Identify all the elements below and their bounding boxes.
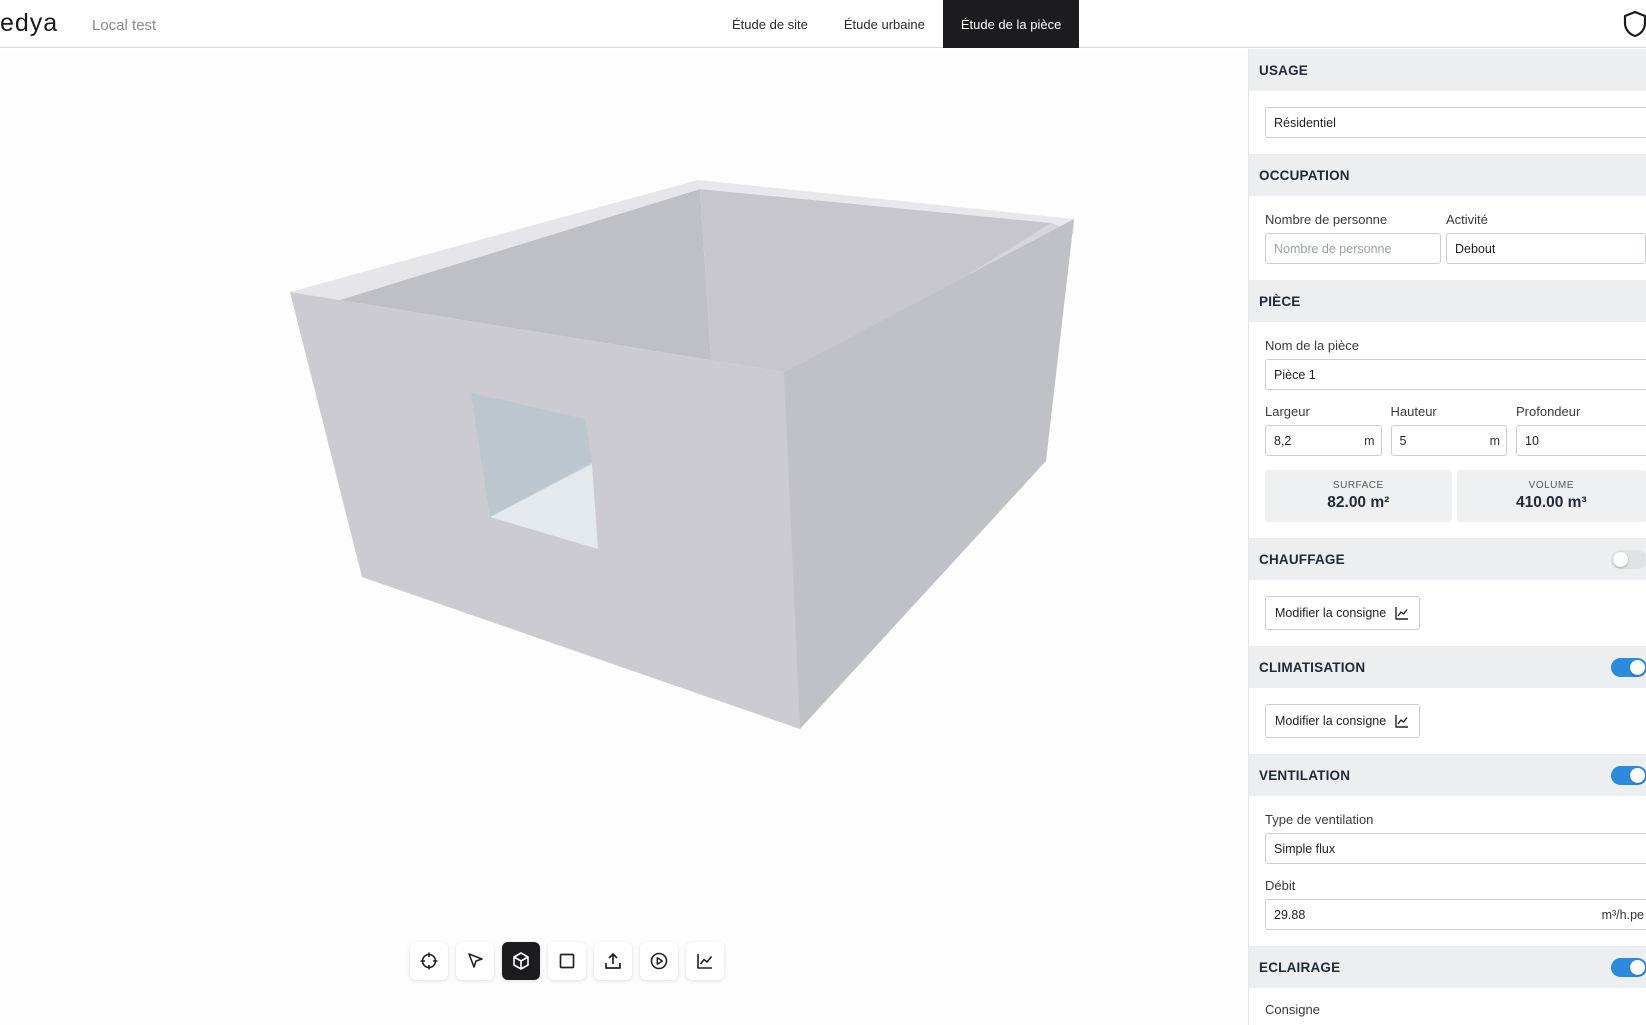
section-usage-header: USAGE xyxy=(1249,49,1646,91)
cooling-toggle[interactable] xyxy=(1611,658,1646,677)
width-value: 8,2 xyxy=(1274,433,1292,448)
depth-field[interactable]: 10 xyxy=(1516,425,1646,456)
3d-viewport[interactable] xyxy=(0,49,1248,1025)
app-logo[interactable]: edya xyxy=(0,9,58,38)
surface-label: SURFACE xyxy=(1332,480,1384,491)
heating-title: CHAUFFAGE xyxy=(1259,551,1345,567)
ventilation-type-label: Type de ventilation xyxy=(1265,812,1374,827)
upload-icon[interactable] xyxy=(594,942,632,980)
lighting-toggle[interactable] xyxy=(1611,958,1646,977)
ventilation-type-select[interactable]: Simple flux xyxy=(1265,833,1646,864)
persons-field[interactable] xyxy=(1265,233,1441,264)
lighting-setpoint-label: Consigne xyxy=(1265,1002,1320,1017)
cursor-icon[interactable] xyxy=(456,942,494,980)
tab-urban-study[interactable]: Étude urbaine xyxy=(826,0,943,48)
chart-icon xyxy=(1395,607,1409,620)
volume-stat: VOLUME 410.00 m³ xyxy=(1456,470,1646,522)
heating-setpoint-label: Modifier la consigne xyxy=(1275,606,1387,620)
section-usage-body: Résidentiel xyxy=(1249,91,1646,154)
flow-unit: m³/h.pe xyxy=(1601,908,1644,922)
section-heating-header: CHAUFFAGE xyxy=(1249,538,1646,580)
width-field[interactable]: 8,2 m xyxy=(1265,425,1382,456)
ventilation-toggle[interactable] xyxy=(1611,766,1646,785)
section-ventilation-header: VENTILATION xyxy=(1249,754,1646,796)
flow-value: 29.88 xyxy=(1274,907,1306,922)
section-cooling-header: CLIMATISATION xyxy=(1249,646,1646,688)
volume-label: VOLUME xyxy=(1528,480,1574,491)
cooling-setpoint-button[interactable]: Modifier la consigne xyxy=(1265,704,1421,738)
main-tabs: Étude de site Étude urbaine Étude de la … xyxy=(714,0,1080,48)
surface-value: 82.00 m² xyxy=(1327,494,1390,511)
play-icon[interactable] xyxy=(640,942,678,980)
room-name-label: Nom de la pièce xyxy=(1265,338,1359,353)
chart-icon[interactable] xyxy=(686,942,724,980)
activity-select[interactable]: Debout xyxy=(1446,233,1646,264)
section-ventilation-body: Type de ventilation Simple flux Débit 29… xyxy=(1249,796,1646,946)
properties-panel[interactable]: USAGE Résidentiel OCCUPATION Nombre de p… xyxy=(1248,49,1646,1025)
square-icon[interactable] xyxy=(548,942,586,980)
width-unit: m xyxy=(1364,434,1375,448)
height-label: Hauteur xyxy=(1390,404,1437,419)
section-piece-header: PIÈCE xyxy=(1249,280,1646,322)
room-name-field[interactable]: Pièce 1 xyxy=(1265,359,1646,390)
tab-site-study[interactable]: Étude de site xyxy=(714,0,826,48)
section-occupation-header: OCCUPATION xyxy=(1249,154,1646,196)
width-label: Largeur xyxy=(1265,404,1310,419)
target-icon[interactable] xyxy=(410,942,448,980)
height-unit: m xyxy=(1489,434,1500,448)
activity-label: Activité xyxy=(1446,212,1488,227)
shield-icon[interactable] xyxy=(1622,10,1646,38)
section-heating-body: Modifier la consigne xyxy=(1249,580,1646,646)
heating-toggle[interactable] xyxy=(1611,550,1646,569)
lighting-title: ECLAIRAGE xyxy=(1259,959,1341,975)
usage-select[interactable]: Résidentiel xyxy=(1265,107,1646,138)
volume-value: 410.00 m³ xyxy=(1515,494,1587,511)
chart-icon xyxy=(1395,715,1409,728)
room-3d-model[interactable] xyxy=(0,49,1248,1025)
view-toolbar xyxy=(410,942,724,986)
height-value: 5 xyxy=(1399,433,1407,448)
persons-input[interactable] xyxy=(1274,241,1432,256)
section-occupation-body: Nombre de personne Activité Debout xyxy=(1249,196,1646,280)
persons-label: Nombre de personne xyxy=(1265,212,1388,227)
height-field[interactable]: 5 m xyxy=(1390,425,1507,456)
cooling-title: CLIMATISATION xyxy=(1259,659,1366,675)
depth-label: Profondeur xyxy=(1516,404,1581,419)
project-name: Local test xyxy=(92,17,157,34)
tab-room-study[interactable]: Étude de la pièce xyxy=(942,0,1080,48)
flow-label: Débit xyxy=(1265,878,1296,893)
ventilation-title: VENTILATION xyxy=(1259,767,1351,783)
heating-setpoint-button[interactable]: Modifier la consigne xyxy=(1265,596,1421,630)
flow-field[interactable]: 29.88 m³/h.pe xyxy=(1265,899,1646,930)
cooling-setpoint-label: Modifier la consigne xyxy=(1275,714,1387,728)
top-bar: edya Local test Étude de site Étude urba… xyxy=(0,0,1646,48)
section-lighting-header: ECLAIRAGE xyxy=(1249,946,1646,988)
cube-icon[interactable] xyxy=(502,942,540,980)
section-cooling-body: Modifier la consigne xyxy=(1249,688,1646,754)
section-piece-body: Nom de la pièce Pièce 1 Largeur 8,2 m Ha… xyxy=(1249,322,1646,538)
surface-stat: SURFACE 82.00 m² xyxy=(1265,470,1452,522)
section-lighting-body: Consigne xyxy=(1249,988,1646,1025)
